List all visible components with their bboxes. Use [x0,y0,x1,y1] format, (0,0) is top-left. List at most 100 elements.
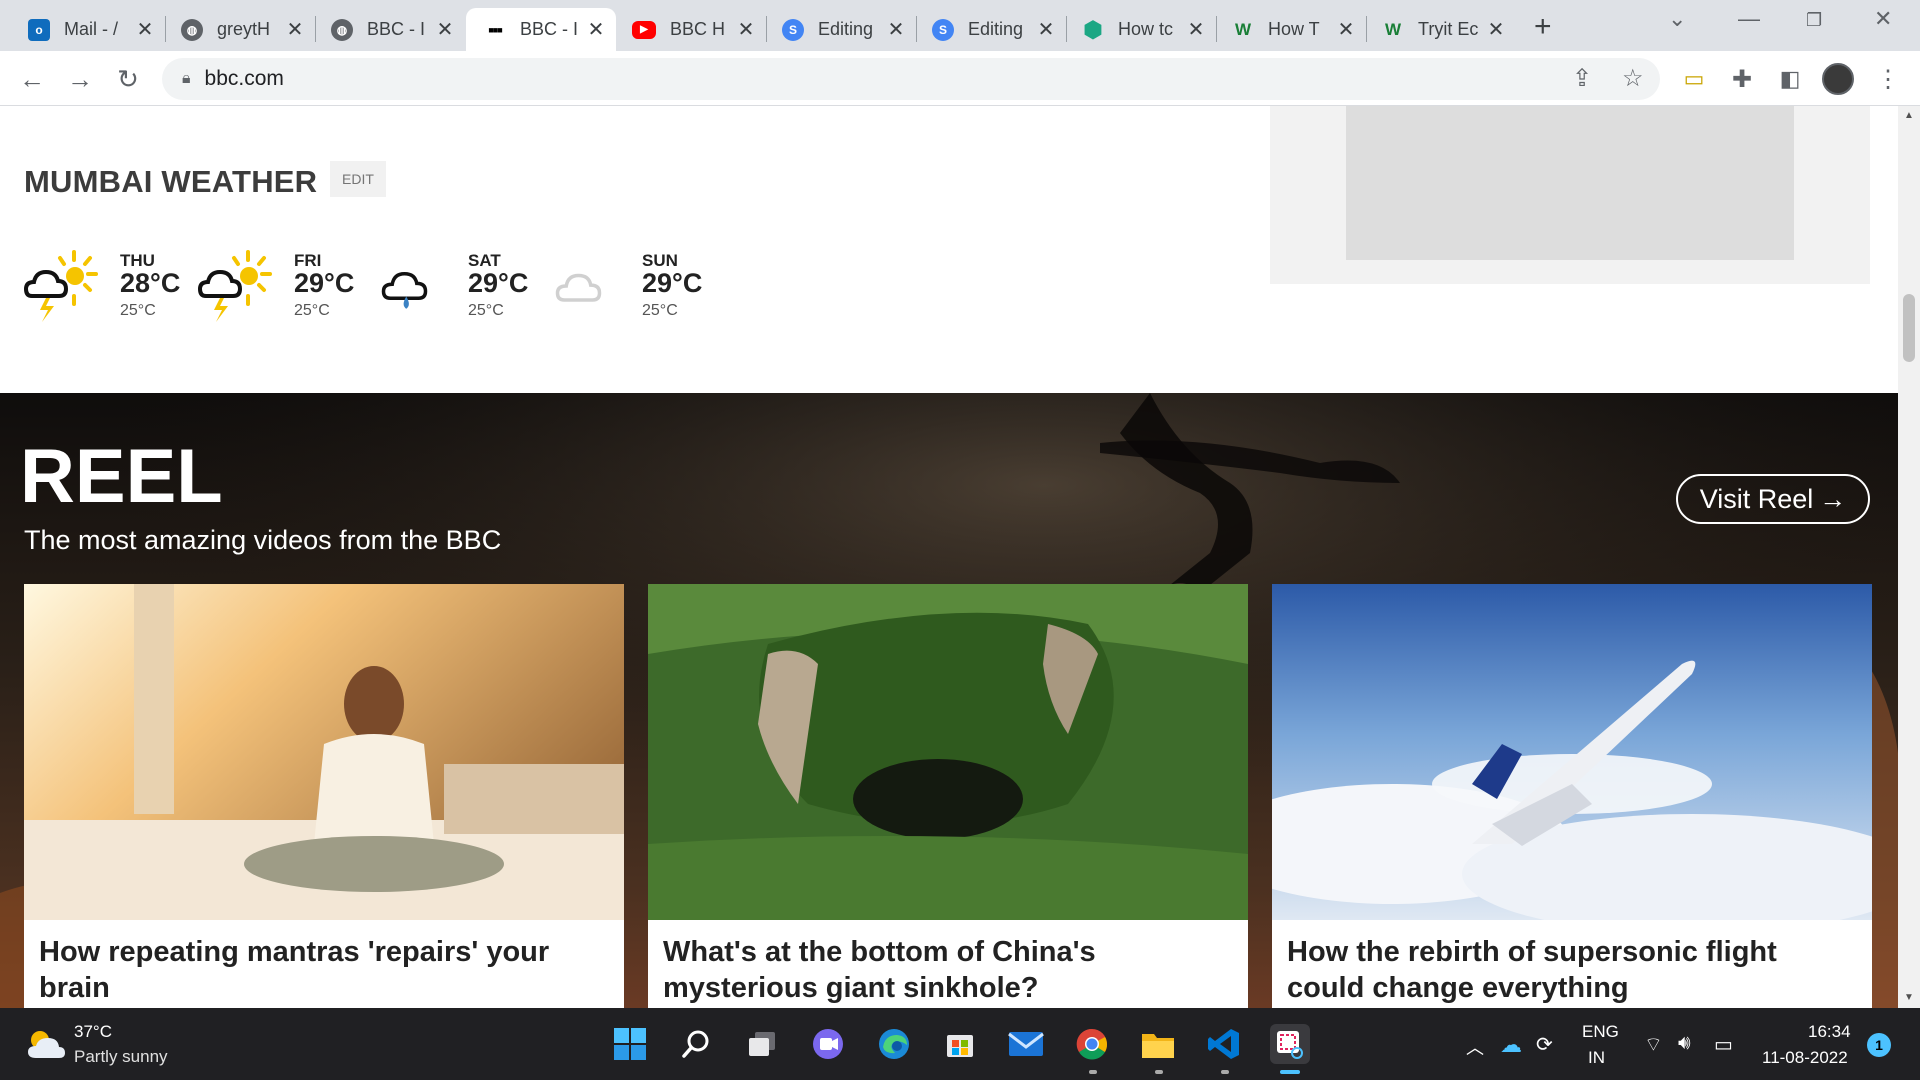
battery-icon[interactable]: ▭ [1714,1032,1733,1057]
input-language[interactable]: ENG [1582,1022,1619,1042]
onedrive-cloud-icon[interactable]: ☁ [1500,1032,1522,1058]
tab-editing-1[interactable]: S Editing ✕ [766,8,916,51]
tab-bbc-active[interactable]: ■■■ BBC - I ✕ [466,8,616,51]
input-region[interactable]: IN [1588,1048,1605,1068]
reel-card-mantras[interactable]: How repeating mantras 'repairs' your bra… [24,584,624,1008]
tab-how-to-2[interactable]: W How T ✕ [1216,8,1366,51]
tab-how-to-1[interactable]: ⬢ How tc ✕ [1066,8,1216,51]
reel-card-headline[interactable]: What's at the bottom of China's mysterio… [663,934,1233,1006]
tab-bbc-1[interactable]: ◍ BBC - I ✕ [315,8,465,51]
visit-reel-button[interactable]: Visit Reel → [1676,474,1870,524]
tab-mail[interactable]: o Mail - / ✕ [0,8,165,51]
lock-icon: 🔒︎ [182,70,191,87]
snipping-tool-icon [1277,1031,1303,1059]
scroll-thumb[interactable] [1903,294,1915,362]
extensions-puzzle-icon[interactable]: ✚ [1724,61,1760,97]
share-icon[interactable]: ⇪ [1572,64,1592,93]
close-icon[interactable]: ✕ [1486,17,1506,42]
taskbar-temperature[interactable]: 37°C [74,1022,112,1042]
taskbar-mail-button[interactable] [1006,1024,1046,1064]
close-icon[interactable]: ✕ [1336,17,1356,42]
rain-cloud-icon [381,271,428,309]
ad-placeholder[interactable] [1346,106,1794,260]
forecast-high: 29°C [642,268,703,298]
reel-card-supersonic[interactable]: How the rebirth of supersonic flight cou… [1272,584,1872,1008]
close-icon[interactable]: ✕ [135,17,155,42]
partly-sunny-icon[interactable] [26,1028,66,1060]
close-icon[interactable]: ✕ [736,17,756,42]
tab-tryit[interactable]: W Tryit Ec ✕ [1366,8,1516,51]
forward-button[interactable]: → [62,61,98,97]
close-icon[interactable]: ✕ [886,17,906,42]
taskbar-chat-button[interactable] [808,1024,848,1064]
teams-chat-icon [813,1029,843,1059]
browser-toolbar: ← → ↻ 🔒︎ bbc.com ⇪ ☆ ▭ ✚ ◧ ⋮ [0,51,1920,106]
reel-card-headline[interactable]: How the rebirth of supersonic flight cou… [1287,934,1857,1006]
tab-search-icon[interactable]: ⌄ [1668,6,1686,32]
forecast-day-sun[interactable]: SUN 29°C 25°C [554,246,714,326]
forecast-day-thu[interactable]: THU 28°C 25°C [22,246,192,326]
taskbar-snipping-tool-button[interactable] [1270,1024,1310,1064]
taskbar-search-button[interactable] [676,1024,716,1064]
taskbar-chrome-button[interactable] [1072,1024,1112,1064]
close-window-button[interactable]: ✕ [1874,6,1892,32]
taskbar-edge-button[interactable] [874,1024,914,1064]
weather-title: MUMBAI WEATHER [24,164,318,199]
tab-title: Editing [818,19,874,39]
scroll-down-arrow-icon[interactable]: ▼ [1898,988,1920,1008]
forecast-day-fri[interactable]: FRI 29°C 25°C [196,246,366,326]
forecast-low: 25°C [120,302,156,319]
avatar[interactable] [1822,63,1854,95]
tab-title: greytH [217,19,271,39]
close-icon[interactable]: ✕ [435,17,455,42]
side-panel-icon[interactable]: ◧ [1772,61,1808,97]
page-content: MUMBAI WEATHER EDIT THU 28°C 25°C FRI 29… [0,106,1898,1008]
back-button[interactable]: ← [14,61,50,97]
close-icon[interactable]: ✕ [1036,17,1056,42]
tab-editing-2[interactable]: S Editing ✕ [916,8,1066,51]
close-icon[interactable]: ✕ [586,17,606,42]
scroll-up-arrow-icon[interactable]: ▲ [1898,106,1920,126]
sync-icon[interactable]: ⟳ [1536,1032,1553,1057]
edge-browser-icon [879,1029,909,1059]
supersonic-jet-image [1272,584,1872,920]
thunder-sun-icon [23,250,98,322]
weather-edit-button[interactable]: EDIT [330,161,386,197]
start-button[interactable] [610,1024,650,1064]
task-view-button[interactable] [742,1024,782,1064]
taskbar-weather-condition[interactable]: Partly sunny [74,1047,168,1067]
close-icon[interactable]: ✕ [285,17,305,42]
restore-button[interactable]: ❐ [1806,10,1822,31]
bbc-icon: ■■■ [488,24,502,35]
clock-time[interactable]: 16:34 [1808,1022,1851,1042]
minimize-button[interactable]: — [1738,6,1760,32]
tab-title: BBC H [670,19,726,39]
vscode-icon [1208,1029,1239,1059]
taskbar-file-explorer-button[interactable] [1138,1024,1178,1064]
forecast-day-sat[interactable]: SAT 29°C 25°C [380,246,540,326]
address-bar[interactable]: 🔒︎ bbc.com ⇪ ☆ [162,58,1660,100]
new-tab-button[interactable]: + [1534,10,1552,44]
notification-badge[interactable]: 1 [1867,1033,1891,1057]
close-icon[interactable]: ✕ [1186,17,1206,42]
reel-card-headline[interactable]: How repeating mantras 'repairs' your bra… [39,934,609,1006]
volume-icon[interactable]: 🔊︎ [1678,1032,1691,1055]
extension-icon[interactable]: ▭ [1676,61,1712,97]
wifi-icon[interactable]: ⌔ [1644,1032,1663,1057]
chevron-up-icon[interactable]: ︿ [1466,1034,1484,1060]
page-scrollbar[interactable]: ▲ ▼ [1898,106,1920,1008]
taskbar-vscode-button[interactable] [1204,1024,1244,1064]
menu-icon[interactable]: ⋮ [1870,61,1906,97]
cloud-icon [555,273,602,302]
arrow-right-icon: → [1819,483,1847,514]
reel-card-sinkhole[interactable]: What's at the bottom of China's mysterio… [648,584,1248,1008]
tab-bbc-youtube[interactable]: ▶ BBC H ✕ [616,8,766,51]
tab-greyth[interactable]: ◍ greytH ✕ [165,8,315,51]
taskbar-store-button[interactable] [940,1024,980,1064]
reel-subtitle: The most amazing videos from the BBC [24,525,502,555]
forecast-low: 25°C [468,302,504,319]
tab-title: How tc [1118,19,1174,39]
clock-date[interactable]: 11-08-2022 [1762,1048,1848,1068]
reload-button[interactable]: ↻ [110,61,146,97]
bookmark-star-icon[interactable]: ☆ [1622,64,1644,93]
